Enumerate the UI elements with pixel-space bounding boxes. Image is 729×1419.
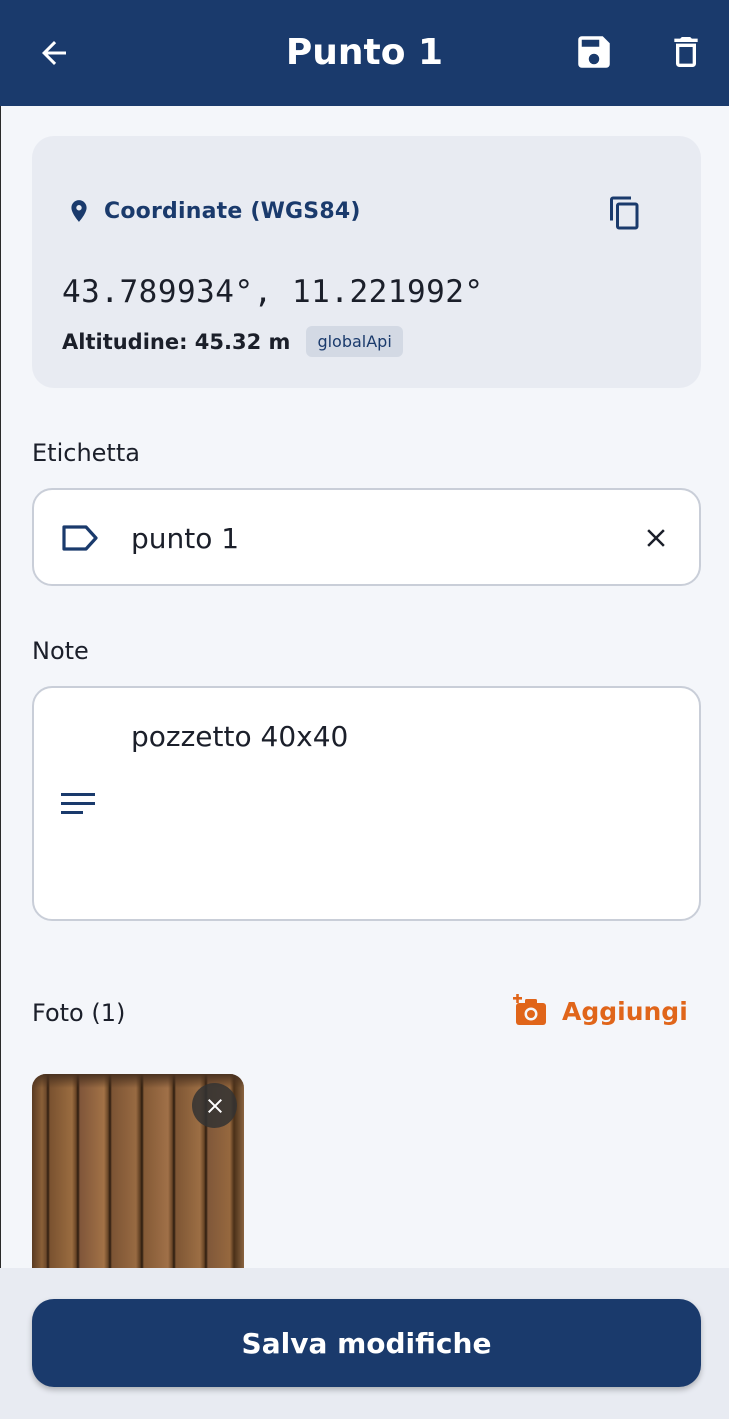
- altitude-row: Altitudine: 45.32 m globalApi: [62, 326, 403, 357]
- app-bar: Punto 1: [0, 0, 729, 106]
- save-changes-button[interactable]: Salva modifiche: [32, 1299, 701, 1387]
- photos-section-title: Foto (1): [32, 999, 126, 1027]
- clear-label-button[interactable]: [639, 521, 673, 555]
- notes-input-value[interactable]: pozzetto 40x40: [131, 720, 348, 753]
- label-section-title: Etichetta: [32, 439, 140, 467]
- coordinates-label: Coordinate (WGS84): [104, 198, 361, 224]
- page-title: Punto 1: [285, 32, 444, 73]
- notes-field[interactable]: pozzetto 40x40: [32, 686, 701, 921]
- label-input-value[interactable]: punto 1: [131, 522, 239, 555]
- remove-photo-button[interactable]: [192, 1083, 237, 1128]
- save-icon-button[interactable]: [572, 30, 616, 74]
- notes-icon: [61, 793, 95, 814]
- altitude-text: Altitudine: 45.32 m: [62, 329, 291, 354]
- coordinates-card: Coordinate (WGS84) 43.789934°, 11.221992…: [32, 136, 701, 388]
- close-icon: [647, 529, 665, 547]
- copy-icon: [610, 196, 639, 230]
- window-edge: [0, 106, 1, 1419]
- label-icon: [62, 525, 98, 551]
- source-badge: globalApi: [306, 326, 403, 357]
- save-icon: [578, 36, 610, 68]
- location-pin-icon: [71, 200, 87, 222]
- label-field[interactable]: punto 1: [32, 488, 701, 586]
- coordinates-value: 43.789934°, 11.221992°: [62, 274, 484, 310]
- photo-thumbnail[interactable]: [32, 1074, 244, 1268]
- add-photo-icon: [513, 994, 546, 1025]
- coordinates-header: Coordinate (WGS84): [66, 196, 361, 226]
- notes-section-title: Note: [32, 637, 89, 665]
- add-photo-label: Aggiungi: [562, 996, 688, 1026]
- delete-button[interactable]: [664, 30, 708, 74]
- delete-icon: [674, 37, 698, 67]
- close-icon: [207, 1098, 222, 1113]
- copy-coordinates-button[interactable]: [604, 192, 646, 234]
- add-photo-button[interactable]: Aggiungi: [512, 994, 688, 1028]
